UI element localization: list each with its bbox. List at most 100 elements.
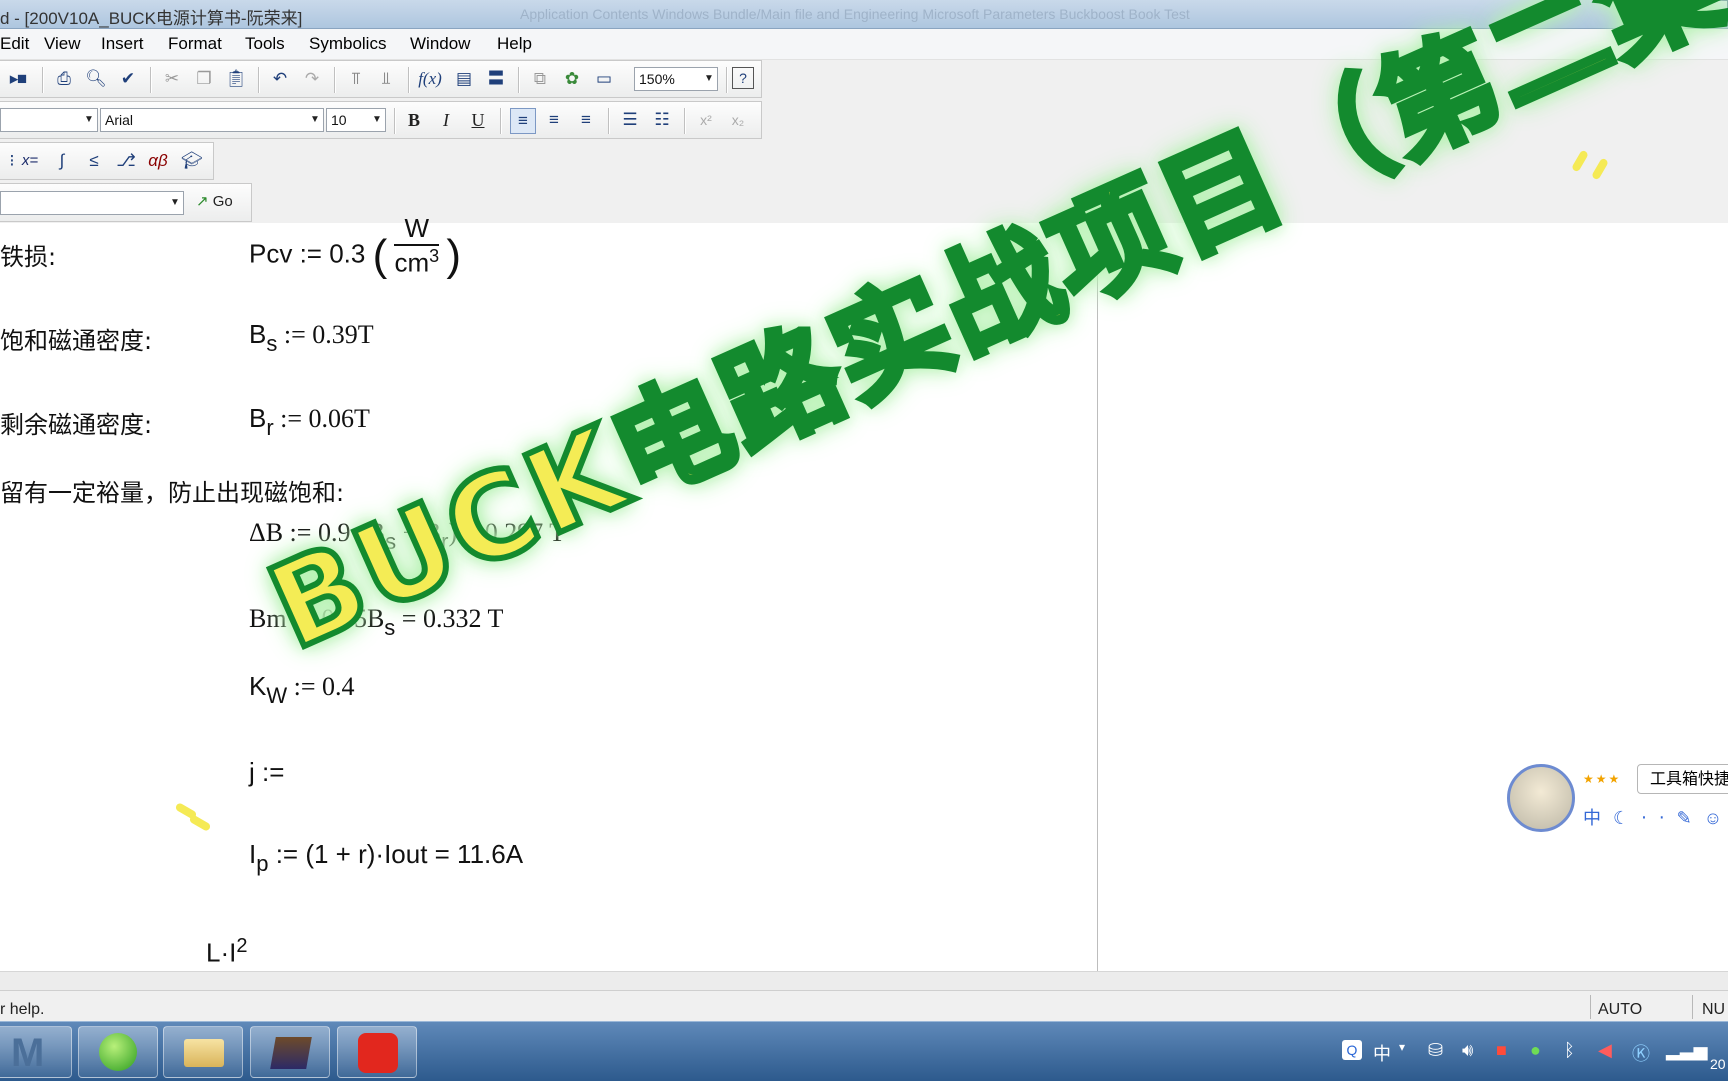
undo-icon[interactable]: ↶ — [268, 67, 292, 91]
align-top-icon[interactable]: ⫪ — [344, 67, 368, 91]
help-icon[interactable]: ? — [732, 67, 754, 89]
window-title: d - [200V10A_BUCK电源计算书-阮荣来] — [0, 9, 303, 28]
print-preview-icon[interactable]: 🔍︎ — [84, 67, 108, 91]
calculus-icon[interactable]: ∫ — [50, 149, 74, 173]
kw-symbol: K — [249, 671, 267, 701]
br-expression[interactable]: Br := 0.06T — [249, 403, 370, 441]
calculate-icon[interactable]: 〓 — [484, 67, 508, 91]
chevron-down-icon: ▼ — [310, 114, 320, 125]
symbolic-icon[interactable]: 🎓︎ — [180, 149, 204, 173]
smiley-icon[interactable]: ☺ — [1704, 808, 1728, 828]
align-center-icon[interactable]: ≡ — [542, 108, 566, 132]
toolbar-separator — [608, 108, 610, 134]
toolbar-separator — [518, 67, 520, 93]
toolbar-separator — [726, 67, 728, 93]
zoom-select[interactable]: 150% ▼ — [634, 67, 718, 91]
qq-icon[interactable]: Q — [1342, 1040, 1362, 1060]
signal-icon[interactable]: ▂▃▅ — [1666, 1040, 1708, 1061]
app-tray-icon[interactable]: Ⓚ — [1632, 1040, 1650, 1066]
denominator-unit: cm — [394, 247, 430, 278]
core-loss-expression[interactable]: Pcv := 0.3 ( W cm3 ) — [249, 213, 461, 280]
unit-fraction: W cm3 — [394, 213, 440, 279]
volume-icon[interactable]: 🔊︎ — [1462, 1040, 1473, 1061]
redo-icon[interactable]: ↷ — [300, 67, 324, 91]
resource-center-icon[interactable]: ✿ — [560, 67, 584, 91]
ime-language-label[interactable]: 中 — [1583, 808, 1613, 828]
toolbox-tooltip: 工具箱快捷 — [1637, 764, 1728, 794]
ip-subscript: p — [256, 851, 269, 876]
br-subscript: r — [266, 415, 274, 440]
spell-check-icon[interactable]: ✔ — [116, 67, 140, 91]
avatar[interactable] — [1507, 764, 1575, 832]
browser-tray-icon[interactable]: ● — [1530, 1040, 1541, 1061]
superscript-icon[interactable]: x² — [694, 108, 718, 132]
menu-symbolics[interactable]: Symbolics — [309, 34, 386, 54]
boolean-icon[interactable]: ≤ — [82, 149, 106, 173]
bullet-list-icon[interactable]: ☰ — [618, 108, 642, 132]
tray-ime-label[interactable]: 中 — [1373, 1040, 1391, 1066]
core-loss-label: 铁损: — [0, 243, 57, 271]
paste-icon[interactable]: 📋︎ — [224, 67, 248, 91]
ip-expression[interactable]: Ip := (1 + r)·Iout = 11.6A — [249, 839, 523, 877]
print-icon[interactable]: ⎙ — [52, 67, 76, 91]
menu-window[interactable]: Window — [410, 34, 470, 54]
taskbar-explorer-button[interactable] — [163, 1026, 243, 1078]
tray-ime-arrow-icon[interactable]: ▾ — [1399, 1040, 1405, 1054]
font-select[interactable]: Arial ▼ — [100, 108, 324, 132]
toolbar-separator — [408, 67, 410, 93]
chevron-down-icon: ▼ — [372, 114, 382, 125]
taskbar-mathcad-button[interactable]: M — [0, 1026, 72, 1078]
resource-select[interactable]: ▼ — [0, 191, 184, 215]
taskbar-books-button[interactable] — [250, 1026, 330, 1078]
go-button[interactable]: ↗ Go — [196, 192, 233, 210]
j-expression[interactable]: j := — [249, 757, 284, 788]
menu-edit[interactable]: Edit — [0, 34, 29, 54]
bs-expression[interactable]: Bs := 0.39T — [249, 319, 374, 357]
style-select[interactable]: ▼ — [0, 108, 98, 132]
ime-toolbar[interactable]: 中☾‧‧✎☺ — [1583, 804, 1728, 832]
underline-button[interactable]: U — [466, 108, 490, 132]
menu-insert[interactable]: Insert — [101, 34, 144, 54]
page-margin-line — [1097, 223, 1098, 971]
bold-button[interactable]: B — [402, 108, 426, 132]
wrench-icon[interactable]: ✎ — [1677, 808, 1704, 828]
record-tray-icon[interactable]: ■ — [1496, 1040, 1507, 1061]
align-left-icon[interactable]: ≡ — [510, 108, 536, 134]
programming-icon[interactable]: ⎇ — [114, 149, 138, 173]
subscript-icon[interactable]: x₂ — [726, 108, 750, 132]
italic-button[interactable]: I — [434, 108, 458, 132]
greek-icon[interactable]: αβ — [146, 149, 170, 173]
energy-expression[interactable]: L·I2 — [206, 935, 247, 969]
insert-function-icon[interactable]: f(x) — [418, 67, 442, 91]
zoom-value: 150% — [639, 71, 675, 87]
clock[interactable]: 20 — [1710, 1056, 1726, 1072]
menu-tools[interactable]: Tools — [245, 34, 285, 54]
moon-icon[interactable]: ☾ — [1613, 808, 1641, 828]
window-icon[interactable]: ▭ — [592, 67, 616, 91]
copy-icon[interactable]: ❐ — [192, 67, 216, 91]
menu-help[interactable]: Help — [497, 34, 532, 54]
horizontal-scrollbar[interactable] — [0, 971, 1728, 990]
chevron-down-icon: ▼ — [170, 197, 180, 208]
go-arrow-icon: ↗ — [196, 193, 209, 210]
bs-subscript: s — [266, 331, 278, 356]
kw-expression[interactable]: KW := 0.4 — [249, 671, 355, 709]
network-icon[interactable]: ⛁ — [1428, 1040, 1443, 1061]
taskbar-recorder-button[interactable] — [337, 1026, 417, 1078]
menu-view[interactable]: View — [44, 34, 81, 54]
insert-component-icon[interactable]: ⧉ — [528, 67, 552, 91]
font-size-select[interactable]: 10 ▼ — [326, 108, 386, 132]
cut-icon[interactable]: ✂ — [160, 67, 184, 91]
bluetooth-icon[interactable]: ᛒ — [1564, 1040, 1575, 1061]
save-icon[interactable]: ■ — [10, 67, 34, 91]
insert-unit-icon[interactable]: ▤ — [452, 67, 476, 91]
numbered-list-icon[interactable]: ☷ — [650, 108, 674, 132]
align-right-icon[interactable]: ≡ — [574, 108, 598, 132]
punctuation-icon[interactable]: ‧‧ — [1641, 808, 1676, 828]
align-down-icon[interactable]: ⫫ — [374, 67, 398, 91]
taskbar-browser-button[interactable] — [78, 1026, 158, 1078]
evaluation-icon[interactable]: x= — [18, 149, 42, 173]
paren-open: ( — [372, 230, 388, 280]
speaker-muted-icon[interactable]: ◀ — [1598, 1040, 1612, 1061]
menu-format[interactable]: Format — [168, 34, 222, 54]
